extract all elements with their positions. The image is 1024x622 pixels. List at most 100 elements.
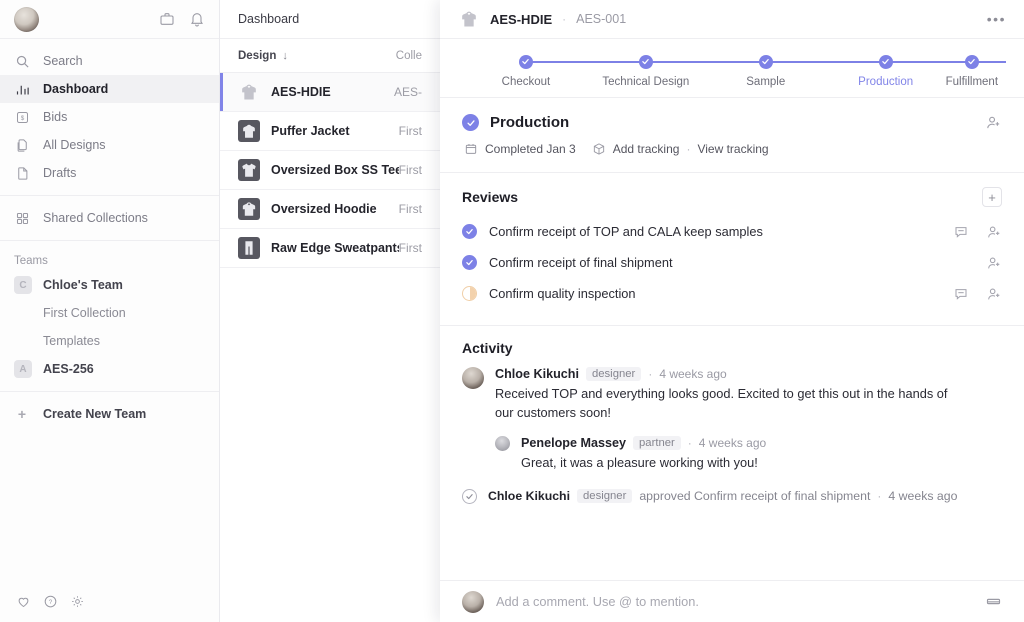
sidebar-teams: Teams C Chloe's Team First Collection Te… bbox=[0, 241, 219, 391]
post-body-wrap: Penelope Massey partner · 4 weeks ago Gr… bbox=[521, 435, 767, 473]
step-sample[interactable]: Sample bbox=[706, 54, 886, 88]
list-item[interactable]: Confirm receipt of TOP and CALA keep sam… bbox=[462, 216, 1002, 247]
attachment-icon[interactable] bbox=[985, 593, 1002, 610]
sidebar-item-search[interactable]: Search bbox=[0, 47, 219, 75]
completed-date-chip[interactable]: Completed Jan 3 bbox=[463, 140, 577, 158]
sidebar-shared: Shared Collections bbox=[0, 196, 219, 240]
comment-input[interactable] bbox=[496, 594, 973, 609]
comment-icon[interactable] bbox=[953, 224, 969, 240]
sidebar-footer: ? bbox=[0, 580, 219, 622]
post-text: Received TOP and everything looks good. … bbox=[495, 386, 948, 420]
briefcase-icon[interactable] bbox=[159, 11, 175, 27]
design-name: AES-HDIE bbox=[271, 85, 331, 99]
review-actions bbox=[953, 286, 1002, 302]
add-person-icon[interactable] bbox=[986, 286, 1002, 302]
page-title: AES-HDIE bbox=[490, 11, 553, 27]
progress-stepper: Checkout Technical Design Sample Product… bbox=[440, 39, 1024, 98]
svg-text:$: $ bbox=[20, 115, 24, 122]
step-label: Checkout bbox=[501, 75, 551, 88]
add-person-icon[interactable] bbox=[986, 255, 1002, 271]
sidebar-item-label: Shared Collections bbox=[43, 211, 148, 225]
sidebar-create-team-section: + Create New Team bbox=[0, 392, 219, 436]
create-new-team-button[interactable]: + Create New Team bbox=[0, 400, 219, 428]
sidebar-nav: Search Dashboard $ Bids All Designs Draf… bbox=[0, 39, 219, 195]
design-collection: First bbox=[398, 241, 422, 255]
grid-icon bbox=[14, 211, 30, 226]
activity-approval: Chloe Kikuchi designer approved Confirm … bbox=[462, 488, 1002, 504]
design-list-panel: Dashboard Design ↓ Colle AES-HDIE AES- P… bbox=[220, 0, 441, 622]
heart-icon[interactable] bbox=[16, 594, 31, 609]
post-author: Chloe Kikuchi bbox=[495, 367, 579, 381]
sidebar-header-icons bbox=[159, 11, 205, 27]
sidebar-item-shared-collections[interactable]: Shared Collections bbox=[0, 204, 219, 232]
avatar[interactable] bbox=[462, 367, 484, 389]
approval-action: approved Confirm receipt of final shipme… bbox=[639, 489, 871, 504]
production-header: Production bbox=[462, 114, 1002, 131]
step-label: Fulfillment bbox=[945, 75, 999, 88]
activity-section: Activity Chloe Kikuchi designer · 4 week… bbox=[440, 326, 1024, 580]
half-circle-pending-icon bbox=[462, 286, 477, 301]
column-collection[interactable]: Colle bbox=[396, 50, 422, 62]
activity-reply: Penelope Massey partner · 4 weeks ago Gr… bbox=[495, 435, 1002, 473]
step-fulfillment[interactable]: Fulfillment bbox=[945, 54, 999, 88]
team-avatar: A bbox=[14, 360, 32, 378]
view-tracking-link[interactable]: View tracking bbox=[697, 142, 768, 156]
review-actions bbox=[986, 255, 1002, 271]
post-text: Great, it was a pleasure working with yo… bbox=[521, 454, 758, 470]
avatar[interactable] bbox=[495, 435, 510, 451]
avatar[interactable] bbox=[14, 6, 39, 32]
list-item[interactable]: Confirm receipt of final shipment bbox=[462, 247, 1002, 278]
step-technical-design[interactable]: Technical Design bbox=[586, 54, 766, 88]
sidebar-item-dashboard[interactable]: Dashboard bbox=[0, 75, 219, 103]
review-label: Confirm quality inspection bbox=[489, 286, 636, 301]
sidebar-item-all-designs[interactable]: All Designs bbox=[0, 131, 219, 159]
table-row[interactable]: Oversized Hoodie First bbox=[220, 190, 440, 229]
reviews-header: Reviews + bbox=[462, 187, 1002, 207]
meta-separator: · bbox=[877, 489, 882, 504]
design-name: Raw Edge Sweatpants bbox=[271, 241, 399, 255]
sidebar-item-aes-256[interactable]: A AES-256 bbox=[0, 355, 219, 383]
step-label: Technical Design bbox=[602, 75, 690, 88]
role-badge: designer bbox=[585, 367, 642, 381]
table-row[interactable]: AES-HDIE AES- bbox=[220, 73, 440, 112]
check-circle-icon bbox=[758, 54, 773, 69]
avatar[interactable] bbox=[462, 590, 484, 613]
reviews-title: Reviews bbox=[462, 189, 519, 205]
list-column-headers: Design ↓ Colle bbox=[220, 39, 440, 73]
add-person-icon[interactable] bbox=[985, 114, 1002, 131]
add-review-button[interactable]: + bbox=[982, 187, 1002, 207]
table-row[interactable]: Oversized Box SS Tee First bbox=[220, 151, 440, 190]
sidebar-item-templates[interactable]: Templates bbox=[0, 327, 219, 355]
table-row[interactable]: Raw Edge Sweatpants First bbox=[220, 229, 440, 268]
tracking-chip[interactable]: Add tracking · View tracking bbox=[591, 140, 770, 158]
hoodie-thumb-icon bbox=[238, 198, 260, 220]
step-production[interactable]: Production bbox=[826, 54, 1006, 88]
sidebar-item-bids[interactable]: $ Bids bbox=[0, 103, 219, 131]
step-checkout[interactable]: Checkout bbox=[466, 54, 646, 88]
add-person-icon[interactable] bbox=[986, 224, 1002, 240]
sidebar-item-chloes-team[interactable]: C Chloe's Team bbox=[0, 271, 219, 299]
bell-icon[interactable] bbox=[189, 11, 205, 27]
sidebar-item-first-collection[interactable]: First Collection bbox=[0, 299, 219, 327]
column-design[interactable]: Design bbox=[238, 50, 276, 62]
production-section: Production Completed Jan 3 Add tracking … bbox=[440, 98, 1024, 173]
copy-icon bbox=[14, 138, 30, 153]
check-circle-icon bbox=[878, 54, 893, 69]
design-name: Oversized Box SS Tee bbox=[271, 163, 399, 177]
check-circle-icon bbox=[462, 114, 479, 131]
table-row[interactable]: Puffer Jacket First bbox=[220, 112, 440, 151]
post-meta: Penelope Massey partner · 4 weeks ago bbox=[521, 435, 767, 450]
completed-date-label: Completed Jan 3 bbox=[485, 142, 576, 156]
help-circle-icon[interactable]: ? bbox=[43, 594, 58, 609]
sidebar-item-drafts[interactable]: Drafts bbox=[0, 159, 219, 187]
more-options-button[interactable]: ••• bbox=[987, 12, 1006, 26]
list-item[interactable]: Confirm quality inspection bbox=[462, 278, 1002, 309]
comment-icon[interactable] bbox=[953, 286, 969, 302]
sidebar-header bbox=[0, 0, 219, 39]
production-title: Production bbox=[490, 114, 570, 131]
gear-icon[interactable] bbox=[70, 594, 85, 609]
post-timestamp: 4 weeks ago bbox=[698, 435, 767, 450]
add-tracking-link[interactable]: Add tracking bbox=[613, 142, 680, 156]
dollar-icon: $ bbox=[14, 110, 30, 125]
sort-arrow-down-icon[interactable]: ↓ bbox=[282, 50, 288, 62]
